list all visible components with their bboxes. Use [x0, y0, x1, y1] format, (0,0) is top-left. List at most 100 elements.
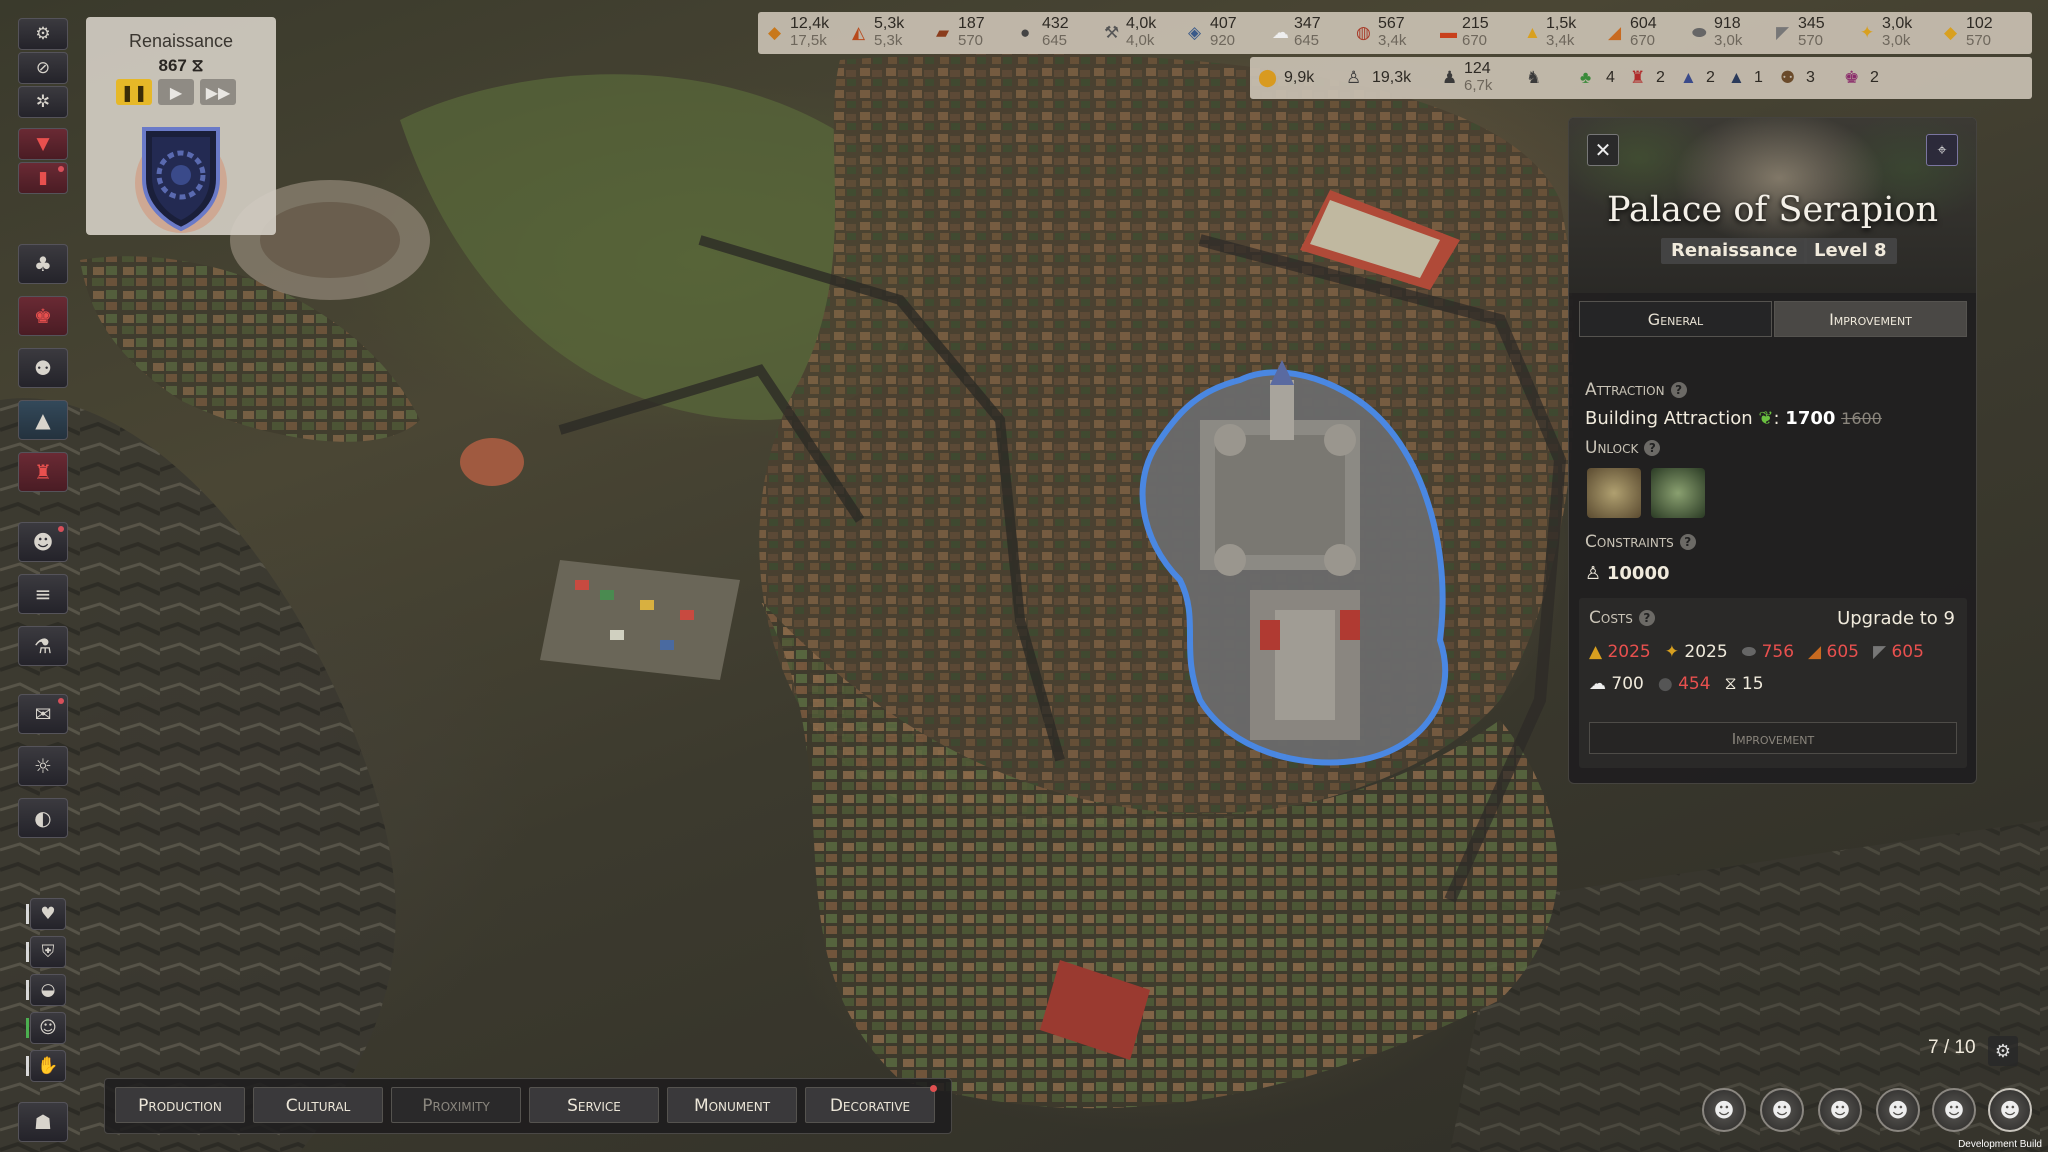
resource-bread[interactable]: ◆ 12,4k 17,5k	[768, 14, 850, 52]
resource-value: 345	[1798, 15, 1825, 32]
tab-general[interactable]: General	[1579, 301, 1772, 337]
city-crest-icon	[135, 127, 227, 233]
resource-cheese[interactable]: ◭ 5,3k 5,3k	[852, 14, 934, 52]
category-proximity-button[interactable]: Proximity	[391, 1087, 521, 1123]
cost-value: 2025	[1607, 642, 1651, 662]
resource-bar: ◆ 12,4k 17,5k ◭ 5,3k 5,3k ▰ 187 570 ● 432 645 ⚒ 4,0k 4…	[758, 12, 2032, 54]
era-panel: Renaissance 867 ⧖ ❚❚ ▶ ▶▶	[86, 17, 276, 235]
advisors-button[interactable]: ☗	[18, 1102, 68, 1142]
religion-filter-button[interactable]: ✋	[30, 1050, 66, 1082]
globe-button[interactable]: ◐	[18, 798, 68, 838]
resource-iron[interactable]: ◤ 345 570	[1776, 14, 1858, 52]
help-icon[interactable]: ?	[1670, 382, 1687, 398]
resource-value: 347	[1294, 15, 1321, 32]
stat-value: 4	[1606, 69, 1615, 86]
resource-value: 918	[1714, 15, 1741, 32]
food-meter	[26, 980, 29, 1000]
resource-value: 604	[1630, 15, 1657, 32]
stat-population[interactable]: ♙ 19,3k	[1346, 59, 1426, 97]
resource-stone[interactable]: ⬬ 918 3,0k	[1692, 14, 1774, 52]
nature-overlay-button[interactable]: ♣	[18, 244, 68, 284]
list-button[interactable]: ≡	[18, 574, 68, 614]
noble-icon: ♚	[34, 304, 52, 328]
resource-gold[interactable]: ✦ 3,0k 3,0k	[1860, 14, 1942, 52]
scholar-overlay-button[interactable]: ▲	[18, 400, 68, 440]
resource-log[interactable]: ▰ 187 570	[936, 14, 1018, 52]
stat-coins[interactable]: ⬤ 9,9k	[1258, 59, 1338, 97]
settings-button[interactable]: ⚙	[18, 18, 68, 50]
resource-fish[interactable]: ◈ 407 920	[1188, 14, 1270, 52]
trade-button[interactable]: ✉	[18, 694, 68, 734]
notification-dot	[58, 698, 64, 704]
stone-icon: ⬬	[1741, 642, 1762, 662]
resource-tools[interactable]: ⚒ 4,0k 4,0k	[1104, 14, 1186, 52]
resource-capacity: 3,0k	[1714, 32, 1743, 49]
category-monument-button[interactable]: Monument	[667, 1087, 797, 1123]
crowd-overlay-button[interactable]: ⚉	[18, 348, 68, 388]
health-filter-button[interactable]: ♥	[30, 898, 66, 930]
trophy-icon: ♜	[34, 460, 52, 484]
nobles-overlay-button[interactable]: ♚	[18, 296, 68, 336]
resource-value: 215	[1462, 15, 1489, 32]
gold-icon: ✦	[1860, 23, 1875, 42]
resource-jewel[interactable]: ◆ 102 570	[1944, 14, 2026, 52]
resource-value: 102	[1966, 15, 1993, 32]
resource-brick[interactable]: ▬ 215 670	[1440, 14, 1522, 52]
category-production-button[interactable]: Production	[115, 1087, 245, 1123]
resource-ore[interactable]: ● 432 645	[1020, 14, 1102, 52]
hide-ui-button[interactable]: ⊘	[18, 52, 68, 84]
bread-icon: ◆	[768, 23, 782, 42]
population-button[interactable]: ☻	[18, 522, 68, 562]
category-label: Cultural	[285, 1096, 351, 1116]
tools-icon: ⚒	[1104, 23, 1120, 42]
resource-cloth[interactable]: ☁ 347 645	[1272, 14, 1354, 52]
fast-forward-button[interactable]: ▶▶	[200, 79, 236, 105]
happiness-filter-button[interactable]: ☺	[30, 1012, 66, 1044]
food-filter-button[interactable]: ◒	[30, 974, 66, 1006]
bottom-settings-button[interactable]: ⚙	[1988, 1036, 2018, 1066]
research-button[interactable]: ⚗	[18, 626, 68, 666]
advisor-portrait-2[interactable]: ☻	[1760, 1088, 1804, 1132]
unlock-label: Unlock	[1585, 438, 1639, 458]
unlock-item-2[interactable]	[1651, 468, 1705, 518]
resource-capacity: 920	[1210, 32, 1236, 49]
upgrade-target-label: Upgrade to 9	[1837, 608, 1955, 629]
resource-grain[interactable]: ▲ 1,5k 3,4k	[1524, 14, 1606, 52]
close-panel-button[interactable]: ✕	[1587, 134, 1619, 166]
advisor-portrait-1[interactable]: ☻	[1702, 1088, 1746, 1132]
cost-item: ● 454	[1658, 674, 1711, 694]
pause-button[interactable]: ❚❚	[116, 79, 152, 105]
advisor-portrait-4[interactable]: ☻	[1876, 1088, 1920, 1132]
advisor-portrait-3[interactable]: ☻	[1818, 1088, 1862, 1132]
security-filter-button[interactable]: ⛨	[30, 936, 66, 968]
stat-noble[interactable]: ♚ 2	[1844, 59, 1924, 97]
locate-building-button[interactable]: ⌖	[1926, 134, 1958, 166]
filter-button[interactable]: ▼	[18, 128, 68, 160]
improvement-button[interactable]: Improvement	[1589, 722, 1957, 754]
help-icon[interactable]: ?	[1638, 610, 1655, 626]
stat-value: 3	[1806, 69, 1815, 86]
cost-value: 2025	[1684, 642, 1728, 662]
stat-value: 2	[1706, 69, 1715, 86]
category-decorative-button[interactable]: Decorative	[805, 1085, 937, 1123]
quest-book-button[interactable]: ▮	[18, 162, 68, 194]
tower-icon: ▲	[1680, 68, 1697, 87]
help-icon[interactable]: ?	[1644, 440, 1661, 456]
ore-icon: ●	[1020, 23, 1031, 42]
play-button[interactable]: ▶	[158, 79, 194, 105]
advisor-portrait-6[interactable]: ☻	[1988, 1088, 2032, 1132]
category-cultural-button[interactable]: Cultural	[253, 1087, 383, 1123]
help-icon[interactable]: ?	[1679, 534, 1696, 550]
category-service-button[interactable]: Service	[529, 1087, 659, 1123]
stat-workers[interactable]: ♟ 124 6,7k	[1442, 59, 1522, 97]
trophy-overlay-button[interactable]: ♜	[18, 452, 68, 492]
resource-plank[interactable]: ◢ 604 670	[1608, 14, 1690, 52]
resource-meat[interactable]: ◍ 567 3,4k	[1356, 14, 1438, 52]
bug-report-button[interactable]: ✲	[18, 86, 68, 118]
unlock-item-1[interactable]	[1587, 468, 1641, 518]
cost-value: 605	[1826, 642, 1859, 662]
sun-button[interactable]: ☼	[18, 746, 68, 786]
tab-improvement[interactable]: Improvement	[1774, 301, 1967, 337]
advisor-portrait-5[interactable]: ☻	[1932, 1088, 1976, 1132]
heart-icon: ♥	[40, 904, 56, 924]
